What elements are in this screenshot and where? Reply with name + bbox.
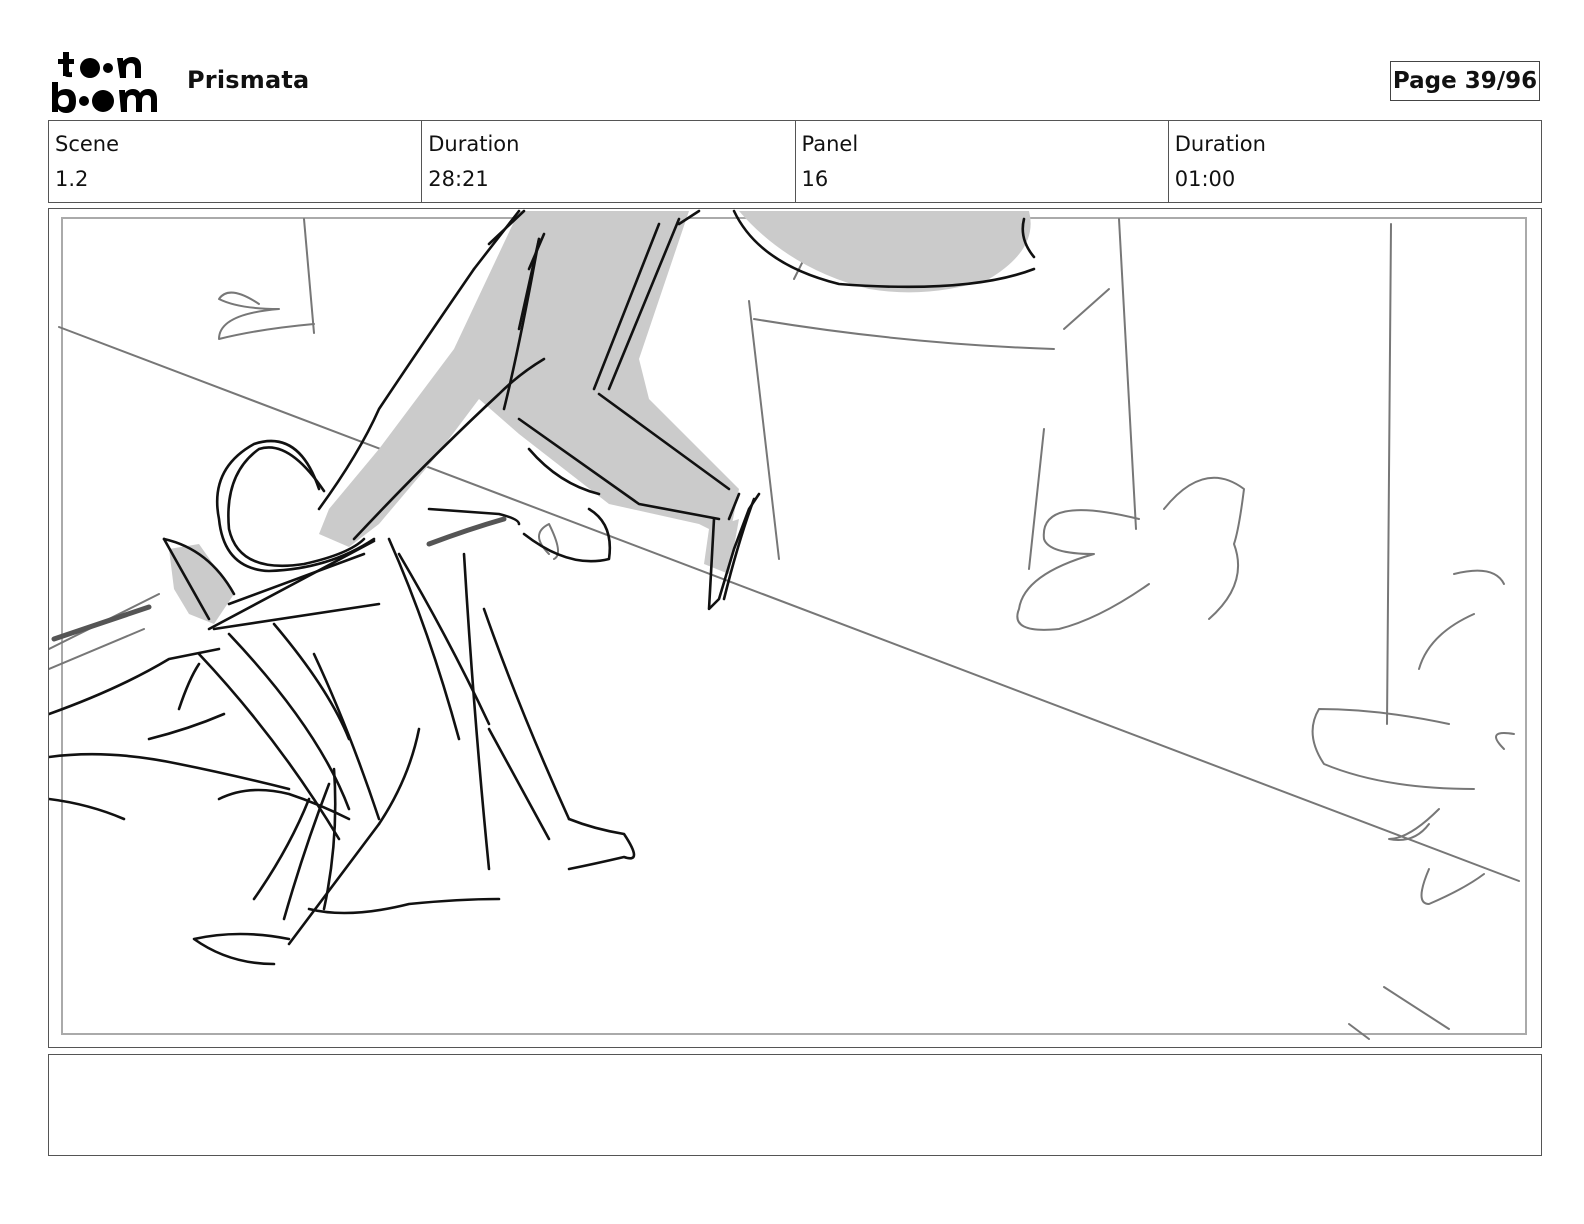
panel-sketch xyxy=(49,209,1520,1040)
panel-duration-cell: Duration 01:00 xyxy=(1169,121,1541,202)
scene-cell: Scene 1.2 xyxy=(49,121,423,202)
scene-duration-label: Duration xyxy=(428,132,520,156)
page-number: Page 39/96 xyxy=(1392,68,1538,94)
panel-duration-label: Duration xyxy=(1174,132,1266,156)
scene-duration-cell: Duration 28:21 xyxy=(422,121,796,202)
panel-value: 16 xyxy=(801,167,829,191)
panel-info-table: Scene 1.2 Duration 28:21 Panel 16 Durati… xyxy=(48,120,1542,203)
toon-boom-logo xyxy=(52,52,157,113)
project-title: Prismata xyxy=(187,66,310,94)
panel-notes xyxy=(48,1054,1542,1156)
page-number-box: Page 39/96 xyxy=(1390,61,1540,101)
scene-duration-value: 28:21 xyxy=(428,167,489,191)
storyboard-panel xyxy=(48,208,1542,1048)
panel-label: Panel xyxy=(801,132,859,156)
scene-value: 1.2 xyxy=(55,167,89,191)
panel-cell: Panel 16 xyxy=(796,121,1169,202)
scene-label: Scene xyxy=(55,132,120,156)
panel-duration-value: 01:00 xyxy=(1174,167,1236,191)
